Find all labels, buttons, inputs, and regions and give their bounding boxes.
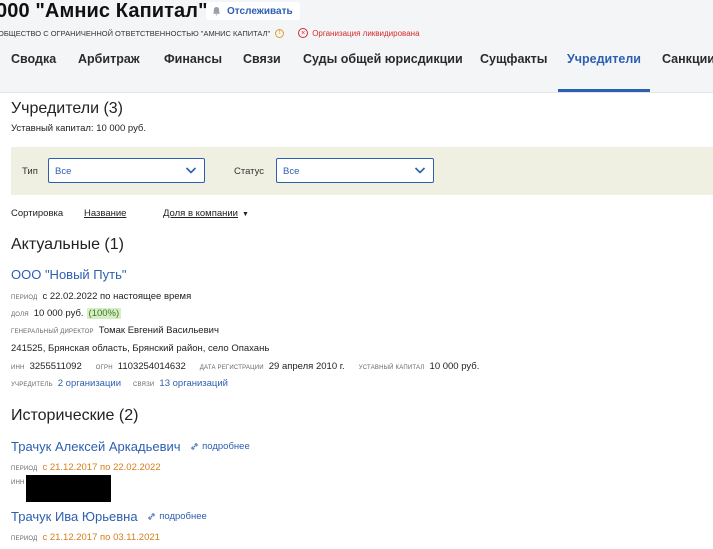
- historical-period-row: период с 21.12.2017 по 22.02.2022: [11, 462, 161, 473]
- ogrn-caption: огрн: [95, 365, 113, 371]
- historical-item: Трачук Алексей Аркадьевич подробнее: [11, 439, 250, 454]
- sort-by-share-label: Доля в компании: [163, 208, 238, 219]
- tab-finansy[interactable]: Финансы: [164, 52, 222, 92]
- historical-item: Трачук Ива Юрьевна подробнее: [11, 509, 207, 524]
- caret-down-icon: ▼: [242, 211, 249, 218]
- track-button[interactable]: Отслеживать: [206, 2, 300, 20]
- sort-label: Сортировка: [11, 208, 64, 219]
- sort-by-name-link[interactable]: Название: [84, 208, 126, 219]
- period-caption: период: [11, 295, 38, 301]
- info-icon[interactable]: !: [275, 28, 285, 38]
- close-circle-icon: ×: [298, 28, 309, 38]
- more-link-label: подробнее: [159, 511, 207, 522]
- chevron-down-icon: [185, 167, 197, 174]
- company-header: 000 "Амнис Капитал" Отслеживать ОБЩЕСТВО…: [0, 0, 713, 93]
- period-caption: период: [11, 536, 38, 542]
- share-value: 10 000 руб.: [33, 308, 84, 319]
- track-button-label: Отслеживать: [227, 5, 293, 17]
- status-text: Организация ликвидирована: [312, 28, 420, 38]
- tab-svodka[interactable]: Сводка: [11, 52, 56, 92]
- type-filter-label: Тип: [22, 166, 38, 177]
- share-caption: доля: [11, 312, 29, 318]
- founder-of-link[interactable]: 2 организации: [58, 378, 121, 389]
- inn-caption: инн: [11, 480, 25, 486]
- historical-heading: Исторические (2): [11, 407, 139, 424]
- tab-sanktsii[interactable]: Санкции: [662, 52, 713, 92]
- org-form: ОБЩЕСТВО С ОГРАНИЧЕННОЙ ОТВЕТСТВЕННОСТЬЮ…: [0, 28, 271, 38]
- type-select-value: Все: [55, 166, 72, 177]
- relations-row: учредитель 2 организации связи 13 органи…: [11, 378, 240, 389]
- founder-link-novyi-put[interactable]: ООО "Новый Путь": [11, 267, 127, 282]
- reg-date-caption: дата регистрации: [199, 365, 264, 371]
- bell-icon: [212, 6, 221, 16]
- links-link[interactable]: 13 организаций: [159, 378, 228, 389]
- sort-by-share-link[interactable]: Доля в компании ▼: [163, 208, 249, 219]
- tab-svyazi[interactable]: Связи: [243, 52, 281, 92]
- more-link[interactable]: подробнее: [147, 511, 207, 522]
- more-link-label: подробнее: [202, 441, 250, 452]
- director-row: генеральный директор Томак Евгений Васил…: [11, 325, 219, 336]
- actual-heading: Актуальные (1): [11, 236, 124, 253]
- requisites-row: инн 3255511092 огрн 1103254014632 дата р…: [11, 361, 479, 372]
- status-select[interactable]: Все: [276, 158, 434, 183]
- ogrn-value: 1103254014632: [117, 361, 186, 372]
- founder-share-row: доля 10 000 руб. (100%): [11, 308, 122, 319]
- tab-arbitrazh[interactable]: Арбитраж: [78, 52, 140, 92]
- inn-value: 3255511092: [29, 361, 82, 372]
- founder-link-trachuk-aleksei[interactable]: Трачук Алексей Аркадьевич: [11, 439, 181, 454]
- status-filter-label: Статус: [234, 166, 265, 177]
- company-title: 000 "Амнис Капитал": [0, 0, 208, 22]
- reg-date-value: 29 апреля 2010 г.: [268, 361, 345, 372]
- director-name: Томак Евгений Васильевич: [98, 325, 219, 336]
- period-caption: период: [11, 466, 38, 472]
- chevron-down-icon: [414, 167, 426, 174]
- redacted-block: [26, 475, 111, 502]
- type-select[interactable]: Все: [48, 158, 205, 183]
- tab-uchrediteli[interactable]: Учредители: [558, 52, 650, 92]
- capital-caption: уставный капитал: [358, 365, 425, 371]
- link-icon: [148, 513, 155, 520]
- link-icon: [191, 443, 198, 450]
- founder-of-caption: учредитель: [11, 382, 53, 388]
- page-title: Учредители (3): [11, 100, 124, 117]
- period-value: с 21.12.2017 по 03.11.2021: [42, 532, 160, 543]
- links-caption: связи: [133, 382, 155, 388]
- capital-value: 10 000 руб.: [429, 361, 480, 372]
- authorized-capital: Уставный капитал: 10 000 руб.: [11, 123, 147, 134]
- inn-caption: инн: [11, 365, 25, 371]
- tab-bar: Сводка Арбитраж Финансы Связи Суды общей…: [0, 50, 713, 93]
- share-percent: (100%): [86, 308, 122, 319]
- address-row: 241525, Брянская область, Брянский район…: [11, 343, 269, 354]
- filter-panel: Тип Все Статус Все: [11, 147, 713, 195]
- tab-sudy[interactable]: Суды общей юрисдикции: [303, 52, 463, 92]
- status-badge: × Организация ликвидирована: [298, 28, 420, 38]
- founder-link-trachuk-iva[interactable]: Трачук Ива Юрьевна: [11, 509, 138, 524]
- status-select-value: Все: [283, 166, 300, 177]
- period-value: с 22.02.2022 по настоящее время: [42, 291, 192, 302]
- historical-period-row: период с 21.12.2017 по 03.11.2021: [11, 532, 160, 543]
- org-form-line: ОБЩЕСТВО С ОГРАНИЧЕННОЙ ОТВЕТСТВЕННОСТЬЮ…: [0, 28, 420, 38]
- founder-period-row: период с 22.02.2022 по настоящее время: [11, 291, 191, 302]
- period-value: с 21.12.2017 по 22.02.2022: [42, 462, 161, 473]
- tab-sushfakty[interactable]: Сущфакты: [480, 52, 547, 92]
- address-value: 241525, Брянская область, Брянский район…: [11, 343, 270, 354]
- director-caption: генеральный директор: [11, 329, 94, 335]
- more-link[interactable]: подробнее: [190, 441, 250, 452]
